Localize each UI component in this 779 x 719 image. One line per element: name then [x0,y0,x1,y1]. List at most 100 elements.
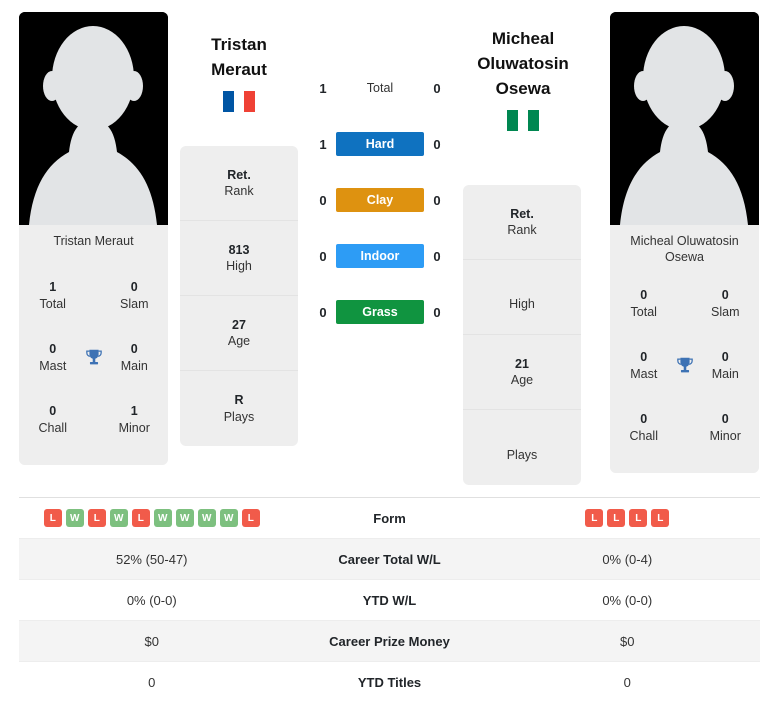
stat-value-right: 0% (0-0) [602,592,653,608]
player-name-line: Osewa [495,79,551,99]
stat-value-left: 0 [148,675,156,690]
achievement-label: Minor [709,429,741,444]
form-left: LWLWLWWWWL [19,509,285,527]
achievement-main: 0 Main [107,341,163,375]
player-info-card-left: Ret. Rank 813 High 27 Age R Plays [180,146,298,446]
form-badge-l: L [585,509,604,527]
info-label: High [509,297,535,312]
trophy-icon [672,355,698,377]
info-high: 813 High [180,221,298,296]
surface-score-left: 1 [319,136,327,152]
surface-row-grass: 0 Grass 0 [300,284,460,340]
surface-score-right: 0 [433,304,441,320]
achievement-label: Main [711,367,739,382]
info-label: Plays [223,409,255,424]
player-avatar-silhouette [610,12,759,225]
stat-value-right: 0% (0-4) [602,551,653,567]
achievement-row: 0 Total 0 Slam [616,273,753,335]
info-value: Ret. [227,167,251,182]
surface-label-hard[interactable]: Hard [336,132,424,156]
form-badge-l: L [43,509,62,527]
player-card-name-left: Tristan Meraut [19,225,168,263]
stat-label: YTD W/L [362,592,417,608]
stat-value-left: 52% (50-47) [115,551,188,567]
form-badge-l: L [629,509,648,527]
form-badge-l: L [241,509,260,527]
achievement-value: 0 [640,350,648,365]
surface-score-left: 0 [319,192,327,208]
surface-score-left: 1 [319,80,327,96]
achievement-label: Total [39,297,66,311]
surface-row-total: 1 Total 0 [300,60,460,116]
form-badges-right: LLLL [585,509,670,527]
france-flag-icon [223,91,256,113]
achievement-value: 0 [130,280,138,295]
surface-row-clay: 0 Clay 0 [300,172,460,228]
info-high: High [463,260,581,335]
stat-value-left: $0 [144,633,159,649]
info-value: R [234,393,244,408]
surface-label-grass[interactable]: Grass [336,300,424,324]
surface-row-indoor: 0 Indoor 0 [300,228,460,284]
player-card-name-right: Micheal Oluwatosin Osewa [610,225,759,272]
achievement-total: 1 Total [25,279,81,313]
table-row: 0% (0-0) YTD W/L 0% (0-0) [19,580,760,621]
stat-label: YTD Titles [357,675,422,690]
info-age: 27 Age [180,296,298,371]
player-comparison-page: Tristan Meraut 1 Total 0 Slam 0 Mast 0 M… [0,0,779,719]
achievement-slam: 0 Slam [698,287,754,321]
form-badge-w: W [109,509,128,527]
achievement-row: 0 Mast 0 Main [616,335,753,397]
player-name-block-left: Tristan Meraut [164,32,314,113]
achievement-value: 0 [640,288,648,303]
achievement-value: 0 [49,342,57,357]
achievement-row: 1 Total 0 Slam [25,265,162,327]
trophy-icon [81,347,107,369]
player-card-right[interactable]: Micheal Oluwatosin Osewa 0 Total 0 Slam [610,12,759,474]
form-badge-l: L [87,509,106,527]
surface-score-right: 0 [433,192,441,208]
form-badge-l: L [131,509,150,527]
info-label: Age [510,373,534,387]
stat-label: Form [373,510,406,526]
info-rank: Ret. Rank [463,185,581,260]
form-badges-left: LWLWLWWWWL [43,509,260,527]
info-plays: Plays [463,410,581,485]
achievement-value: 0 [721,288,729,303]
stat-value-right: 0 [623,675,631,690]
info-plays: R Plays [180,371,298,446]
achievements-right: 0 Total 0 Slam 0 Mast 0 Main 0 Chall 0 M… [610,271,759,474]
comparison-stats-table: LWLWLWWWWL Form LLLL 52% (50-47) Career … [19,497,760,703]
achievement-label: Slam [711,305,740,320]
surface-label-indoor[interactable]: Indoor [336,244,424,268]
achievement-row: 0 Mast 0 Main [25,327,162,389]
surface-score-left: 0 [319,248,327,264]
achievement-chall: 0 Chall [616,411,672,445]
achievement-row: 0 Chall 0 Minor [616,397,753,459]
form-badge-l: L [607,509,626,527]
achievement-label: Main [120,359,148,373]
form-badge-l: L [651,509,670,527]
surface-row-hard: 1 Hard 0 [300,116,460,172]
info-value: 27 [232,317,246,332]
surface-score-right: 0 [433,248,441,264]
achievement-value: 0 [640,412,648,427]
stat-label: Career Prize Money [329,633,450,649]
info-value: Ret. [510,206,534,221]
achievement-label: Chall [38,421,68,435]
form-badge-w: W [175,509,194,527]
stat-label: Career Total W/L [338,551,441,567]
achievement-mast: 0 Mast [25,341,81,375]
achievement-label: Chall [629,429,659,444]
table-row: $0 Career Prize Money $0 [19,621,760,662]
info-label: Rank [507,223,537,237]
player-name-line: Tristan [211,35,267,54]
player-card-left[interactable]: Tristan Meraut 1 Total 0 Slam 0 Mast 0 M… [19,12,168,465]
stat-value-right: $0 [620,633,635,649]
info-label: Age [227,334,251,348]
achievement-value: 0 [49,404,57,419]
surface-label-clay[interactable]: Clay [336,188,424,212]
surface-label-total: Total [366,81,394,95]
achievement-value: 0 [130,342,138,357]
achievement-total: 0 Total [616,287,672,321]
